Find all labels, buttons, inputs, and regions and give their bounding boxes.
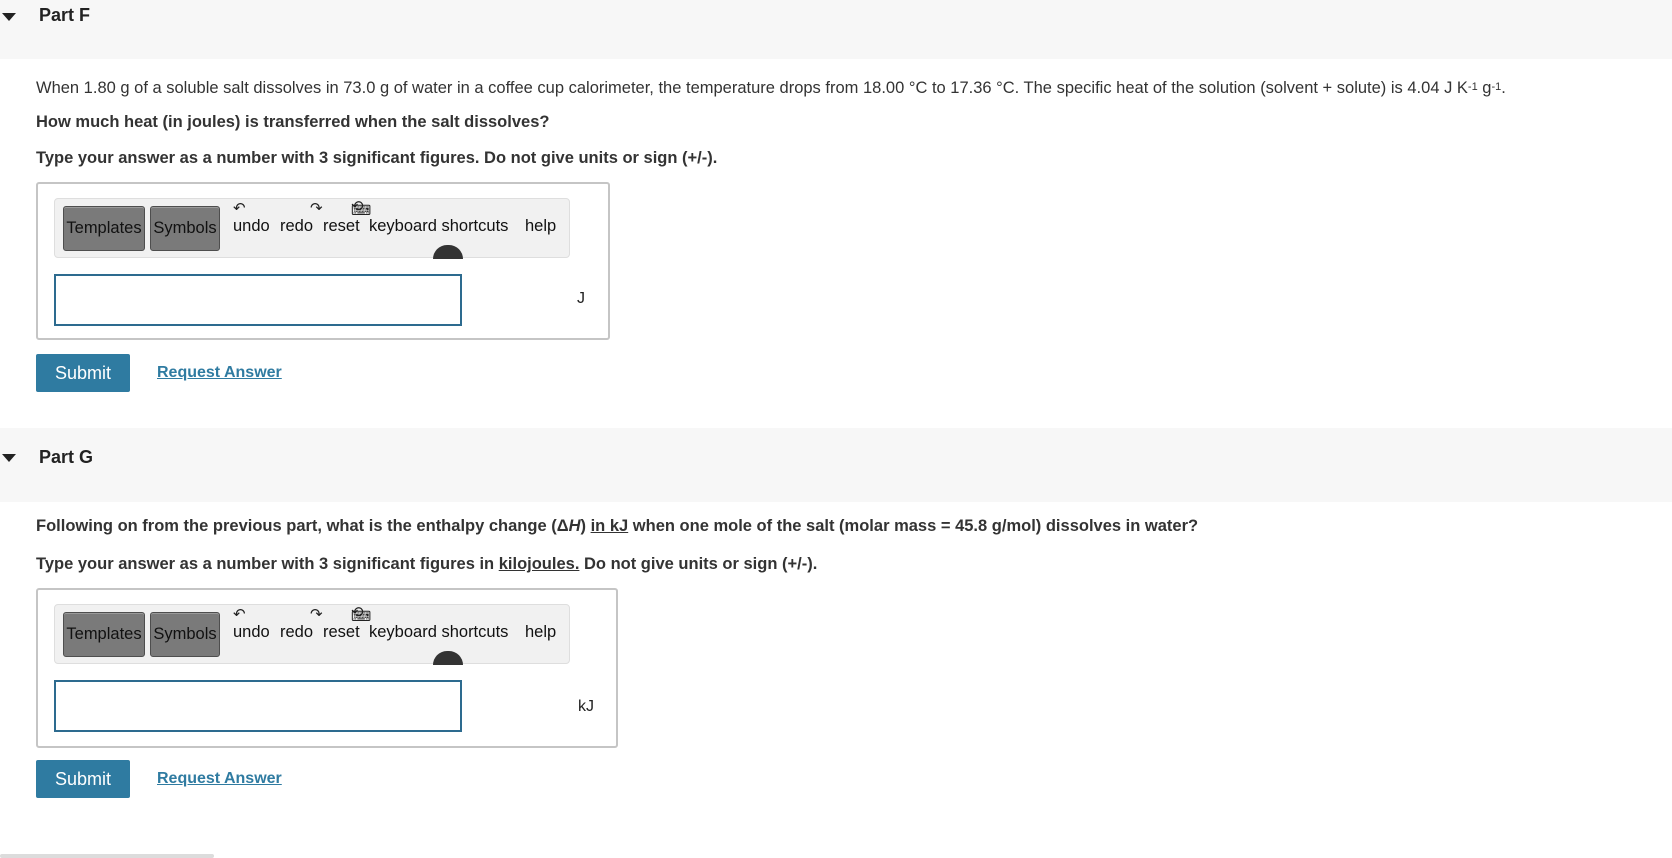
- intro-text: When 1.80 g of a soluble salt dissolves …: [36, 79, 1468, 97]
- horizontal-scrollbar[interactable]: [0, 854, 214, 858]
- redo-icon: ↷: [310, 200, 323, 217]
- part-g-title: Part G: [39, 447, 94, 467]
- part-g-request-answer-link[interactable]: Request Answer: [157, 770, 282, 788]
- undo-icon: ↶: [233, 606, 246, 623]
- reset-button[interactable]: reset: [323, 217, 360, 236]
- part-g-answer-box: Templates Symbols ↶ undo ↷ redo ⟲ reset …: [36, 588, 618, 748]
- part-g-submit-button[interactable]: Submit: [36, 760, 130, 798]
- templates-button[interactable]: Templates: [63, 206, 145, 251]
- part-f-instruction: Type your answer as a number with 3 sign…: [36, 149, 718, 167]
- redo-button[interactable]: redo: [280, 217, 313, 236]
- toolbar-indicator: [433, 245, 463, 259]
- instruction-text: Do not give units or sign (+/-).: [579, 555, 818, 573]
- part-g-instruction: Type your answer as a number with 3 sign…: [36, 554, 817, 574]
- reset-button[interactable]: reset: [323, 623, 360, 642]
- keyboard-shortcuts-button[interactable]: keyboard shortcuts: [369, 217, 508, 236]
- math-toolbar: Templates Symbols ↶ undo ↷ redo ⟲ reset …: [54, 198, 570, 259]
- symbols-button[interactable]: Symbols: [150, 612, 220, 657]
- part-g-header[interactable]: Part G: [0, 428, 1672, 502]
- caret-down-icon[interactable]: [2, 13, 16, 21]
- part-f-question-intro: When 1.80 g of a soluble salt dissolves …: [36, 78, 1506, 100]
- keyboard-icon: ⌨: [351, 202, 372, 218]
- symbols-button[interactable]: Symbols: [150, 206, 220, 251]
- part-f-answer-box: Templates Symbols ↶ undo ↷ redo ⟲ reset …: [36, 182, 610, 340]
- superscript: -1: [1467, 81, 1478, 93]
- intro-text-mid: g: [1477, 79, 1492, 97]
- part-g-answer-input[interactable]: [54, 680, 462, 732]
- redo-icon: ↷: [310, 606, 323, 623]
- superscript: -1: [1491, 81, 1502, 93]
- part-f-answer-input[interactable]: [54, 274, 462, 326]
- part-g-question: Following on from the previous part, wha…: [36, 516, 1198, 536]
- instruction-text: Type your answer as a number with 3 sign…: [36, 555, 499, 573]
- part-g-unit-label: kJ: [578, 698, 594, 715]
- question-text: Following on from the previous part, wha…: [36, 517, 569, 535]
- question-text: when one mole of the salt (molar mass = …: [628, 517, 1199, 535]
- help-button[interactable]: help: [525, 217, 556, 236]
- intro-text-end: .: [1501, 79, 1506, 97]
- toolbar-indicator: [433, 651, 463, 665]
- undo-button[interactable]: undo: [233, 623, 270, 642]
- help-button[interactable]: help: [525, 623, 556, 642]
- enthalpy-symbol: H: [568, 517, 581, 535]
- question-text: ): [580, 517, 591, 535]
- undo-button[interactable]: undo: [233, 217, 270, 236]
- keyboard-shortcuts-button[interactable]: keyboard shortcuts: [369, 623, 508, 642]
- part-f-question: How much heat (in joules) is transferred…: [36, 113, 550, 131]
- keyboard-icon: ⌨: [351, 608, 372, 624]
- redo-button[interactable]: redo: [280, 623, 313, 642]
- undo-icon: ↶: [233, 200, 246, 217]
- part-f-request-answer-link[interactable]: Request Answer: [157, 364, 282, 382]
- part-f-submit-button[interactable]: Submit: [36, 354, 130, 392]
- part-f-header[interactable]: Part F: [0, 0, 1672, 59]
- units-emphasis: in kJ: [590, 517, 629, 535]
- part-f-title: Part F: [39, 5, 91, 25]
- units-emphasis: kilojoules.: [498, 555, 580, 573]
- math-toolbar: Templates Symbols ↶ undo ↷ redo ⟲ reset …: [54, 604, 570, 665]
- caret-down-icon[interactable]: [2, 454, 16, 462]
- templates-button[interactable]: Templates: [63, 612, 145, 657]
- part-f-unit-label: J: [577, 290, 585, 307]
